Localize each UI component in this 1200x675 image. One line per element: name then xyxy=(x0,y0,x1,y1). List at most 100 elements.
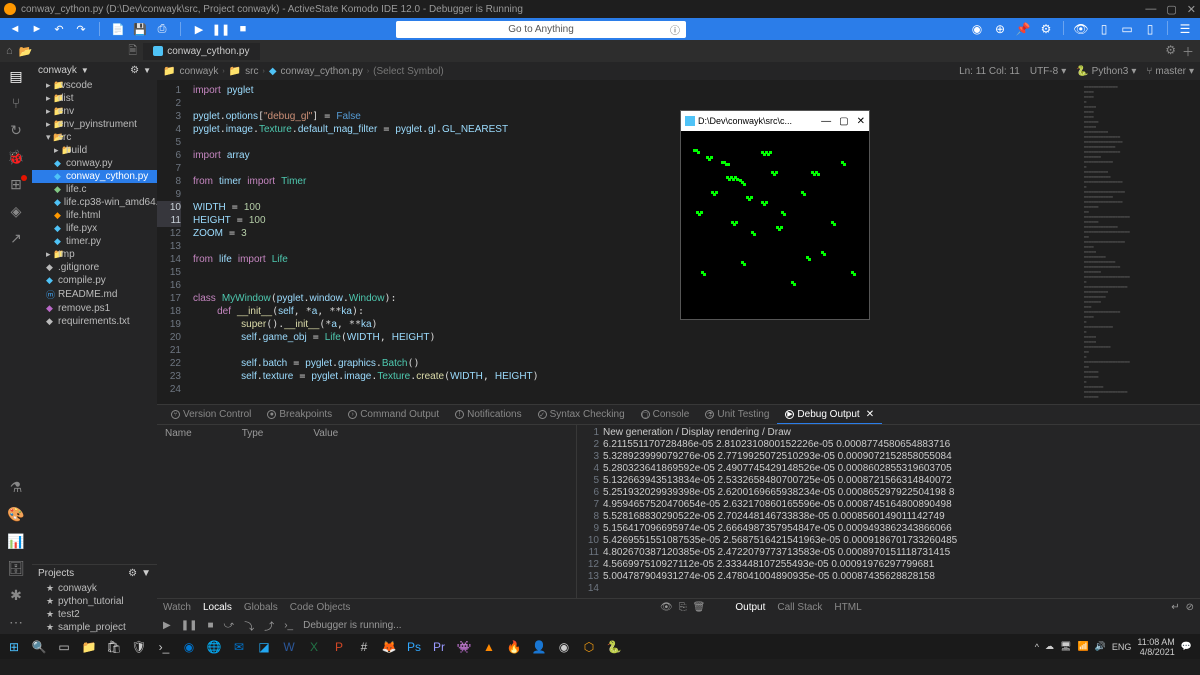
store-icon[interactable]: 🛍 xyxy=(102,636,126,658)
tree-item[interactable]: ◆conway_cython.py xyxy=(32,170,157,183)
game-minimize[interactable]: — xyxy=(821,116,831,127)
explorer-icon[interactable]: ▤ xyxy=(2,64,30,88)
tree-item[interactable]: ▸ 📁dist xyxy=(32,92,157,105)
minimize-button[interactable]: — xyxy=(1145,3,1156,16)
tab-html[interactable]: HTML xyxy=(834,602,861,613)
record-icon[interactable]: ◉ xyxy=(968,21,986,37)
layout-icon-3[interactable]: ▯ xyxy=(1141,21,1159,37)
tree-item[interactable]: ◆timer.py xyxy=(32,235,157,248)
app-icon[interactable]: 👾 xyxy=(452,636,476,658)
symbol-selector[interactable]: (Select Symbol) xyxy=(373,66,444,77)
tree-item[interactable]: ◆compile.py xyxy=(32,274,157,287)
color-icon[interactable]: 🎨 xyxy=(2,502,30,526)
step-out-icon[interactable]: ⤴ xyxy=(264,618,274,633)
excel-icon[interactable]: X xyxy=(302,636,326,658)
tray-wifi-icon[interactable]: 📶 xyxy=(1077,641,1088,652)
tree-item[interactable]: ◆remove.ps1 xyxy=(32,302,157,315)
photoshop-icon[interactable]: Ps xyxy=(402,636,426,658)
tab-watch[interactable]: Watch xyxy=(163,602,191,613)
pin-icon[interactable]: 📌 xyxy=(1014,21,1032,37)
tab-command-output[interactable]: ›Command Output xyxy=(340,406,447,423)
go-to-anything-search[interactable]: Go to Anything ⓘ xyxy=(396,21,686,38)
search-icon[interactable]: 🔍 xyxy=(27,636,51,658)
app-icon[interactable]: 👤 xyxy=(527,636,551,658)
tab-debug-output[interactable]: ▶Debug Output✕ xyxy=(777,406,882,424)
powerpoint-icon[interactable]: P xyxy=(327,636,351,658)
tab-breakpoints[interactable]: ●Breakpoints xyxy=(259,406,340,423)
slack-icon[interactable]: # xyxy=(352,636,376,658)
notifications-activity-icon[interactable]: ⊞ xyxy=(2,172,30,196)
tree-item[interactable]: ▸ 📁build xyxy=(32,144,157,157)
eye-icon[interactable]: 👁 xyxy=(660,602,673,613)
flask-icon[interactable]: ⚗ xyxy=(2,475,30,499)
back-button[interactable]: ◄ xyxy=(6,21,24,37)
play-button[interactable]: ▶ xyxy=(190,21,208,37)
home-icon[interactable]: ⌂ xyxy=(6,45,13,57)
target-icon[interactable]: ⊕ xyxy=(991,21,1009,37)
tree-item[interactable]: ◆.gitignore xyxy=(32,261,157,274)
vlc-icon[interactable]: ▲ xyxy=(477,636,501,658)
tab-code-objects[interactable]: Code Objects xyxy=(290,602,351,613)
project-header[interactable]: conwayk ▼ ⚙ ▼ xyxy=(32,62,157,79)
add-icon[interactable]: ＋ xyxy=(1182,43,1194,60)
task-view-icon[interactable]: ▭ xyxy=(52,636,76,658)
tree-item[interactable]: ◆life.c xyxy=(32,183,157,196)
tree-item[interactable]: ▸ 📁env xyxy=(32,105,157,118)
new-file-icon[interactable]: 📄 xyxy=(109,21,127,37)
tray-volume-icon[interactable]: 🔊 xyxy=(1095,641,1106,652)
firefox-icon[interactable]: 🦊 xyxy=(377,636,401,658)
git-branch[interactable]: ⑂ master ▾ xyxy=(1146,66,1194,77)
tree-item[interactable]: ◆conway.py xyxy=(32,157,157,170)
terminal-icon[interactable]: ›_ xyxy=(152,636,176,658)
clear-icon[interactable]: ⊘ xyxy=(1186,602,1194,613)
pause-icon[interactable]: ❚❚ xyxy=(181,620,198,631)
tray-language[interactable]: ENG xyxy=(1112,642,1132,652)
tree-item[interactable]: ▸ 📁tmp xyxy=(32,248,157,261)
crumb[interactable]: src xyxy=(245,66,258,77)
minimap[interactable]: ▬▬▬▬▬▬▬▬▬▬▬▬▬▬▬▬▬▬▬▬▬▬▬▬▬▬▬▬▬▬▬▬▬▬▬▬▬▬▬▬… xyxy=(1080,80,1200,404)
premiere-icon[interactable]: Pr xyxy=(427,636,451,658)
language[interactable]: 🐍 Python3 ▾ xyxy=(1076,66,1136,77)
stop-button[interactable]: ■ xyxy=(234,21,252,37)
gear-icon[interactable]: ⚙ xyxy=(130,65,139,76)
chrome-icon[interactable]: 🌐 xyxy=(202,636,226,658)
code-editor[interactable]: import pyglet pyglet.options["debug_gl"]… xyxy=(187,80,1080,404)
debug-output[interactable]: 1New generation / Display rendering / Dr… xyxy=(577,425,1200,598)
app-icon[interactable]: ⬡ xyxy=(577,636,601,658)
close-button[interactable]: ✕ xyxy=(1187,3,1196,16)
forward-button[interactable]: ► xyxy=(28,21,46,37)
tree-item[interactable]: ◆life.cp38-win_amd64.pyd xyxy=(32,196,157,209)
wrap-icon[interactable]: ↵ xyxy=(1171,602,1179,613)
stop-icon[interactable]: ■ xyxy=(207,620,213,631)
menu-icon[interactable]: ☰ xyxy=(1176,21,1194,37)
tray-notifications-icon[interactable]: 💬 xyxy=(1181,641,1192,652)
tree-item[interactable]: ◆requirements.txt xyxy=(32,315,157,328)
tab-console[interactable]: ▢Console xyxy=(633,406,698,423)
tray-network-icon[interactable]: 🖥 xyxy=(1060,641,1071,652)
tree-item[interactable]: ▸ 📁.vscode xyxy=(32,79,157,92)
pause-button[interactable]: ❚❚ xyxy=(212,21,230,37)
tab-output[interactable]: Output xyxy=(735,602,765,613)
vscode-icon[interactable]: ◪ xyxy=(252,636,276,658)
close-tab-icon[interactable]: ✕ xyxy=(866,409,874,420)
tool-icon[interactable]: ⚙ xyxy=(1037,21,1055,37)
view-icon[interactable]: 👁 xyxy=(1072,21,1090,37)
save-icon[interactable]: 💾 xyxy=(131,21,149,37)
editor-tab[interactable]: conway_cython.py xyxy=(143,43,259,60)
project-item[interactable]: ★conwayk xyxy=(32,582,157,595)
projects-header[interactable]: Projects ⚙ ▼ xyxy=(32,564,157,582)
new-tab-icon[interactable]: 🗎 xyxy=(128,42,137,61)
tab-call-stack[interactable]: Call Stack xyxy=(777,602,822,613)
game-title-bar[interactable]: D:\Dev\conwayk\src\c... — ▢ ✕ xyxy=(681,111,869,131)
tab-unit-testing[interactable]: ⚗Unit Testing xyxy=(697,406,777,423)
outlook-icon[interactable]: ✉ xyxy=(227,636,251,658)
explorer-icon[interactable]: 📁 xyxy=(77,636,101,658)
trash-icon[interactable]: 🗑 xyxy=(693,602,706,613)
tree-item[interactable]: ◆life.pyx xyxy=(32,222,157,235)
open-folder-icon[interactable]: 📂 xyxy=(19,45,33,58)
save-all-icon[interactable]: ⎙ xyxy=(153,21,171,37)
undo-icon[interactable]: ↶ xyxy=(50,21,68,37)
scm-icon[interactable]: ⑂ xyxy=(2,91,30,115)
refresh-icon[interactable]: ↻ xyxy=(2,118,30,142)
tray-chevron-icon[interactable]: ^ xyxy=(1035,642,1039,652)
